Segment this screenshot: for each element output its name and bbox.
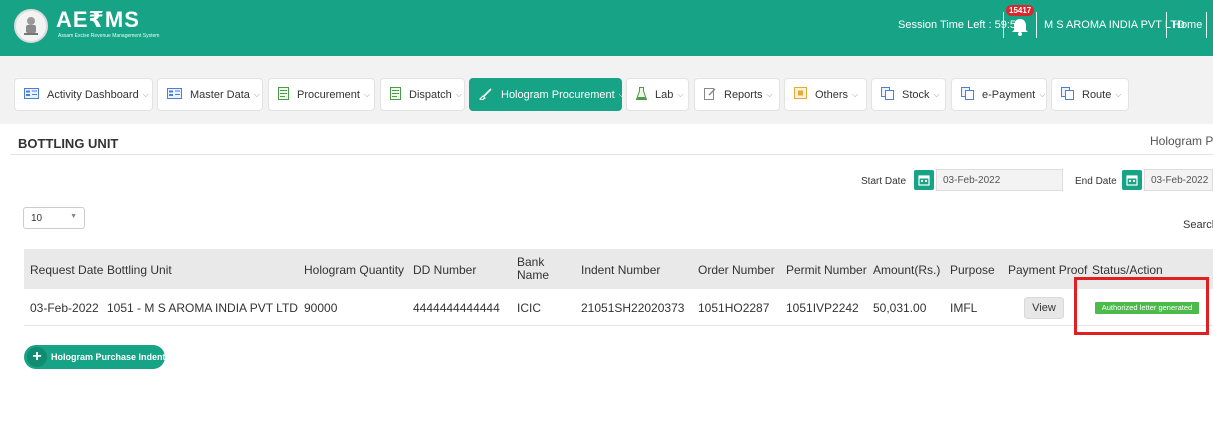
notification-count-badge: 15417	[1006, 5, 1035, 16]
plus-icon: +	[27, 347, 47, 367]
notification-bell-icon[interactable]	[1009, 14, 1031, 38]
cell-permit-number: 1051IVP2242	[786, 301, 859, 315]
cell-request-date: 03-Feb-2022	[30, 301, 99, 315]
app-logo-subtitle: Assam Excise Revenue Management System	[58, 33, 160, 39]
calendar-icon[interactable]	[1122, 170, 1142, 190]
nav-lab[interactable]: Lab ⌵	[626, 78, 689, 111]
cell-indent-number: 21051SH22020373	[581, 301, 685, 315]
nav-label: e-Payment	[982, 88, 1036, 101]
chevron-down-icon: ⌵	[455, 89, 462, 99]
cell-dd-number: 4444444444444	[413, 301, 500, 315]
nav-label: Dispatch	[409, 88, 452, 101]
header-divider	[1206, 12, 1207, 38]
chevron-down-icon: ⌵	[142, 89, 149, 99]
nav-label: Lab	[655, 88, 674, 101]
chevron-down-icon: ⌵	[933, 89, 940, 99]
header-divider	[1003, 12, 1004, 38]
nav-e-payment[interactable]: e-Payment ⌵	[951, 78, 1047, 111]
nav-reports[interactable]: Reports ⌵	[694, 78, 780, 111]
grid-card-icon	[167, 87, 182, 102]
cell-hologram-quantity: 90000	[304, 301, 338, 315]
copy-doc-icon	[1061, 86, 1074, 103]
page-length-value: 10	[31, 213, 43, 224]
search-label: Search	[1183, 219, 1213, 231]
nav-route[interactable]: Route ⌵	[1051, 78, 1129, 111]
list-doc-icon	[278, 86, 289, 103]
list-doc-icon	[390, 86, 401, 103]
status-highlight-box	[1074, 277, 1209, 335]
nav-stock[interactable]: Stock ⌵	[871, 78, 946, 111]
divider	[10, 154, 1213, 155]
nav-hologram-procurement[interactable]: Hologram Procurement ⌵	[469, 78, 625, 111]
calendar-icon[interactable]	[914, 170, 934, 190]
view-payment-proof-button[interactable]: View	[1024, 297, 1064, 319]
breadcrumb: Hologram Pr	[1150, 134, 1213, 148]
header-divider	[1036, 12, 1037, 38]
page-length-select[interactable]: 10 ▼	[23, 207, 85, 229]
cell-amount: 50,031.00	[873, 301, 927, 315]
nav-dispatch[interactable]: Dispatch ⌵	[380, 78, 465, 111]
nav-label: Others	[815, 88, 849, 101]
end-date-label: End Date	[1075, 176, 1117, 187]
start-date-label: Start Date	[861, 176, 907, 187]
flask-icon	[635, 86, 648, 103]
edit-doc-icon	[704, 87, 716, 103]
chevron-down-icon: ⌵	[766, 89, 773, 99]
chevron-down-icon: ⌵	[852, 89, 859, 99]
nav-activity-dashboard[interactable]: Activity Dashboard ⌵	[14, 78, 153, 111]
nav-label: Stock	[902, 88, 930, 101]
cell-bottling-unit: 1051 - M S AROMA INDIA PVT LTD	[107, 301, 298, 315]
col-dd-number[interactable]: DD Number	[413, 264, 476, 277]
home-link[interactable]: Home	[1173, 19, 1202, 31]
nav-label: Reports	[724, 88, 763, 101]
chevron-down-icon: ⌵	[1115, 89, 1122, 99]
brush-icon	[478, 87, 493, 103]
col-hologram-quantity[interactable]: Hologram Quantity	[304, 264, 404, 277]
col-status-action[interactable]: Status/Action	[1092, 264, 1163, 277]
start-date-input[interactable]: 03-Feb-2022	[936, 169, 1063, 191]
app-logo-text: AE₹MS	[56, 7, 140, 32]
col-order-number[interactable]: Order Number	[698, 264, 775, 277]
nav-label: Activity Dashboard	[47, 88, 139, 101]
cell-bank-name: ICIC	[517, 301, 541, 315]
col-bank-name[interactable]: Bank Name	[517, 256, 557, 282]
nav-label: Route	[1082, 88, 1112, 101]
cell-purpose: IMFL	[950, 301, 978, 315]
col-request-date[interactable]: Request Date	[30, 264, 103, 277]
copy-doc-icon	[881, 86, 894, 103]
nav-label: Master Data	[190, 88, 250, 101]
cell-order-number: 1051HO2287	[698, 301, 770, 315]
col-purpose[interactable]: Purpose	[950, 264, 995, 277]
chevron-down-icon: ⌵	[253, 89, 260, 99]
header-divider	[1166, 12, 1167, 38]
nav-label: Procurement	[297, 88, 360, 101]
chevron-down-icon: ⌵	[618, 89, 625, 99]
chevron-down-icon: ▼	[70, 213, 77, 220]
copy-doc-icon	[961, 86, 974, 103]
page-title: BOTTLING UNIT	[18, 136, 119, 151]
chevron-down-icon: ⌵	[1039, 89, 1046, 99]
company-name-link[interactable]: M S AROMA INDIA PVT LTD	[1044, 19, 1185, 31]
chevron-down-icon: ⌵	[363, 89, 371, 99]
emblem-logo-icon	[14, 9, 48, 43]
end-date-input[interactable]: 03-Feb-2022	[1144, 169, 1213, 191]
nav-procurement[interactable]: Procurement ⌵	[268, 78, 375, 111]
nav-master-data[interactable]: Master Data ⌵	[157, 78, 263, 111]
col-permit-number[interactable]: Permit Number	[786, 264, 867, 277]
col-amount[interactable]: Amount(Rs.)	[873, 264, 940, 277]
add-indent-label: Hologram Purchase Indent	[51, 352, 166, 362]
col-indent-number[interactable]: Indent Number	[581, 264, 660, 277]
col-bottling-unit[interactable]: Bottling Unit	[107, 264, 172, 277]
nav-label: Hologram Procurement	[501, 88, 615, 101]
col-payment-proof[interactable]: Payment Proof	[1008, 264, 1087, 277]
folder-icon	[794, 87, 807, 102]
chevron-down-icon: ⌵	[677, 89, 684, 99]
grid-card-icon	[24, 87, 39, 102]
add-hologram-indent-button[interactable]: + Hologram Purchase Indent	[24, 345, 166, 369]
nav-others[interactable]: Others ⌵	[784, 78, 867, 111]
